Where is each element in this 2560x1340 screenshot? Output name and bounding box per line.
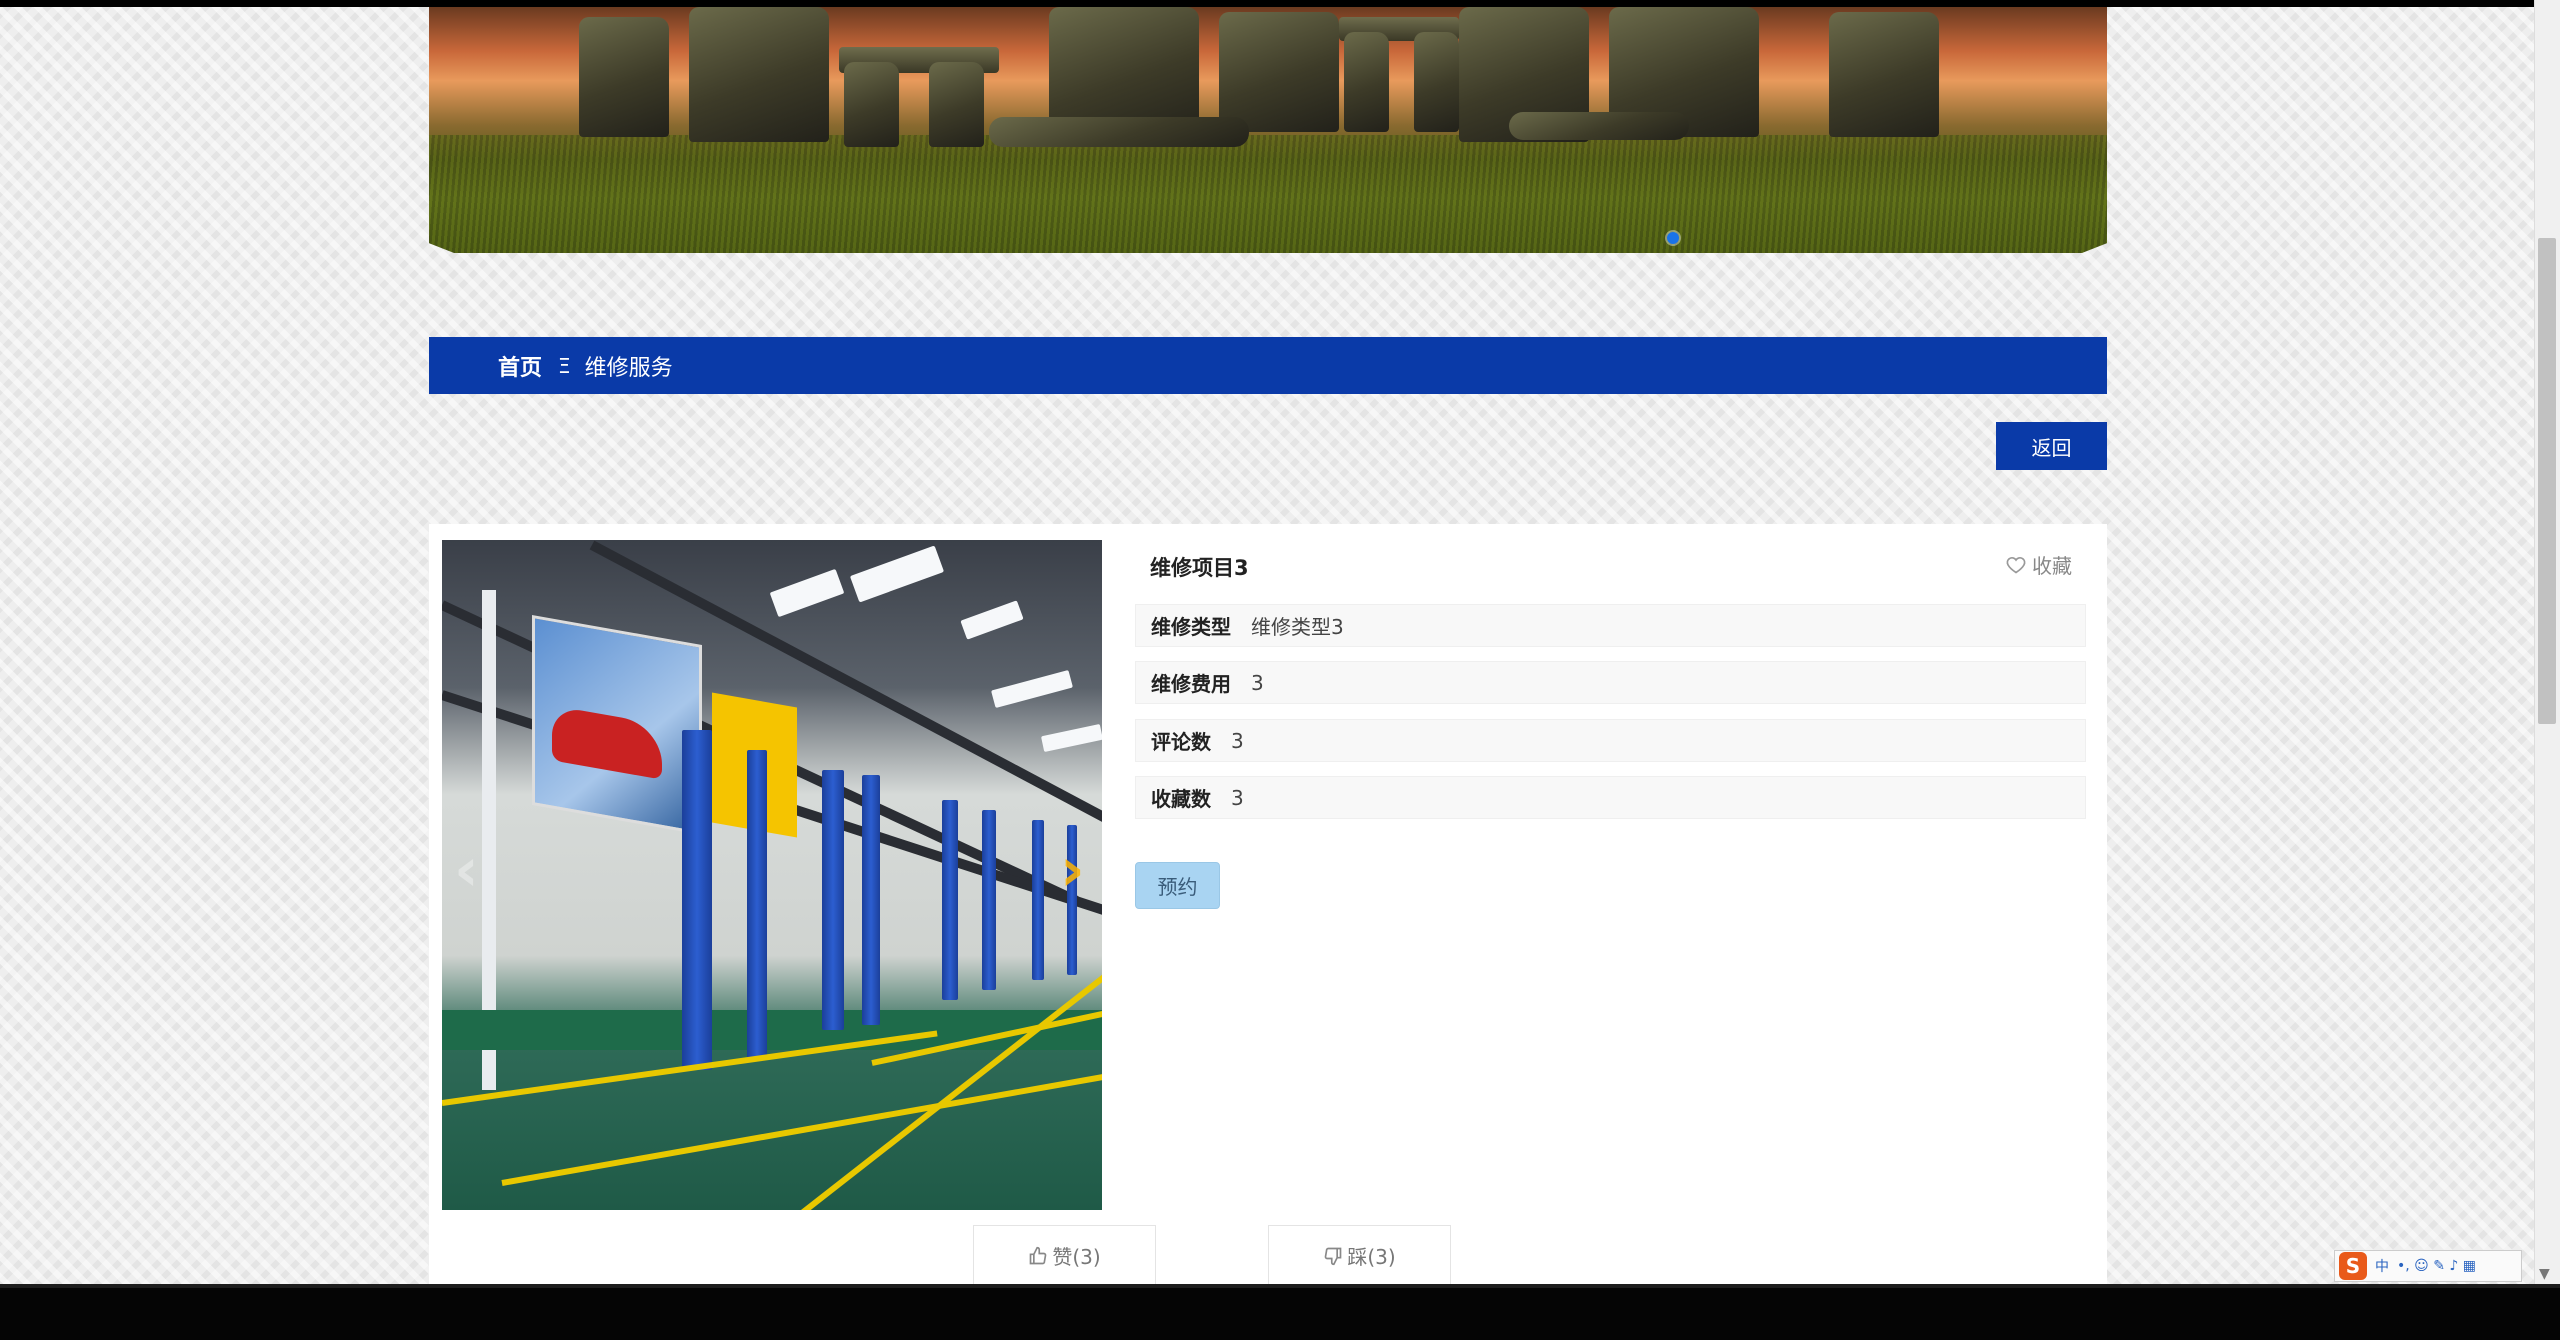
like-label: 赞(3) xyxy=(1052,1245,1101,1269)
reserve-button[interactable]: 预约 xyxy=(1135,862,1220,909)
info-value: 3 xyxy=(1231,728,1244,753)
favorite-button[interactable]: 收藏 xyxy=(2006,550,2072,579)
service-photo: ‹ › xyxy=(442,540,1102,1210)
thumbs-down-icon xyxy=(1324,1247,1342,1265)
breadcrumb-home-link[interactable]: 首页 xyxy=(498,350,542,382)
info-row-favorites: 收藏数 3 xyxy=(1135,776,2086,819)
favorite-label: 收藏 xyxy=(2032,554,2072,578)
dislike-label: 踩(3) xyxy=(1347,1245,1396,1269)
info-label: 维修费用 xyxy=(1151,672,1231,696)
ime-toolbar[interactable]: S 中 •, ☺ ✎ ♪ ▦ xyxy=(2334,1250,2522,1282)
dislike-button[interactable]: 踩(3) xyxy=(1268,1225,1451,1285)
info-row-cost: 维修费用 3 xyxy=(1135,661,2086,704)
like-button[interactable]: 赞(3) xyxy=(973,1225,1156,1285)
info-value: 3 xyxy=(1251,670,1264,695)
ime-logo-icon[interactable]: S xyxy=(2339,1252,2367,1280)
breadcrumb-current: 维修服务 xyxy=(584,355,673,381)
info-row-comments: 评论数 3 xyxy=(1135,719,2086,762)
breadcrumb: 首页 Ξ 维修服务 xyxy=(429,337,2107,394)
scroll-down-icon[interactable]: ▼ xyxy=(2539,1266,2550,1282)
back-button[interactable]: 返回 xyxy=(1996,422,2107,470)
carousel-next-arrow-icon[interactable]: › xyxy=(1060,840,1085,900)
carousel-indicator-dot[interactable] xyxy=(1667,232,1679,244)
carousel-prev-arrow-icon[interactable]: ‹ xyxy=(454,840,479,900)
thumbs-up-icon xyxy=(1029,1246,1047,1264)
item-title: 维修项目3 xyxy=(1150,556,1249,580)
breadcrumb-separator: Ξ xyxy=(558,353,571,378)
heart-icon xyxy=(2006,556,2026,573)
info-label: 收藏数 xyxy=(1151,787,1211,811)
ime-tools[interactable]: •, ☺ ✎ ♪ ▦ xyxy=(2397,1258,2476,1274)
info-value: 维修类型3 xyxy=(1251,615,1344,639)
scrollbar-thumb[interactable] xyxy=(2538,238,2556,724)
info-row-type: 维修类型 维修类型3 xyxy=(1135,604,2086,647)
info-label: 维修类型 xyxy=(1151,615,1231,639)
ime-language[interactable]: 中 xyxy=(2375,1256,2389,1276)
top-strip xyxy=(0,0,2560,7)
banner-image xyxy=(429,7,2107,253)
taskbar xyxy=(0,1288,2560,1340)
info-label: 评论数 xyxy=(1151,730,1211,754)
info-value: 3 xyxy=(1231,785,1244,810)
